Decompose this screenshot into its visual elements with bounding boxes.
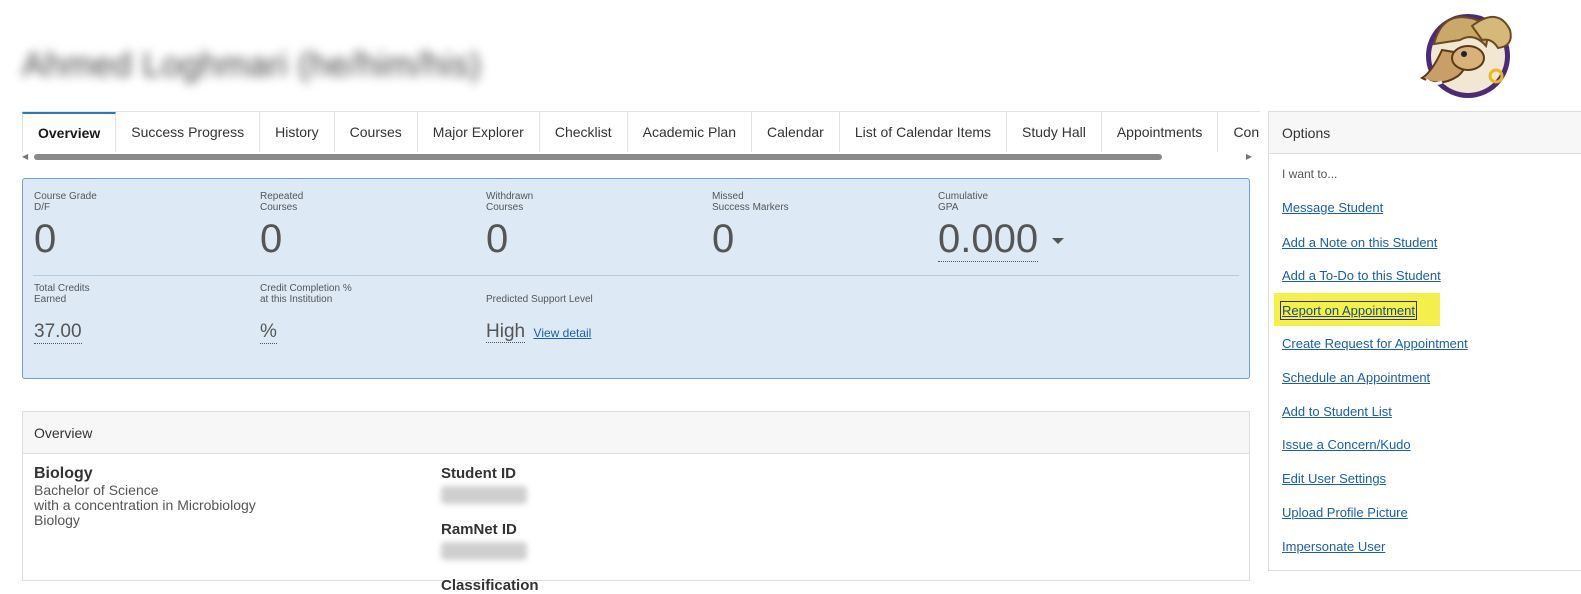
tab-study-hall[interactable]: Study Hall [1007, 112, 1102, 152]
scroll-left-arrow-icon[interactable]: ◀ [22, 152, 28, 161]
stat-value[interactable]: 0 [260, 217, 303, 261]
options-panel: Options I want to... Message Student Add… [1268, 111, 1581, 571]
upload-profile-picture-link[interactable]: Upload Profile Picture [1282, 505, 1408, 520]
tab-overview[interactable]: Overview [22, 112, 117, 152]
view-detail-link[interactable]: View detail [534, 326, 592, 340]
tab-calendar[interactable]: Calendar [752, 112, 840, 152]
tab-appointments[interactable]: Appointments [1101, 112, 1219, 152]
options-intro: I want to... [1282, 167, 1338, 181]
stat-label: Earned [34, 294, 67, 305]
options-header: Options [1269, 112, 1581, 154]
stat-predicted-support-level: Predicted Support Level High View detail [486, 294, 593, 343]
add-to-student-list-link[interactable]: Add to Student List [1282, 404, 1392, 419]
stat-label: Predicted Support Level [486, 294, 593, 305]
tab-list-of-calendar-items[interactable]: List of Calendar Items [839, 112, 1008, 152]
tab-con-truncated[interactable]: Con [1218, 112, 1260, 152]
stat-value[interactable]: 37.00 [34, 321, 82, 344]
create-request-appointment-link[interactable]: Create Request for Appointment [1282, 336, 1468, 351]
classification-label: Classification [441, 577, 539, 594]
major-line: Biology [34, 512, 80, 528]
impersonate-user-link[interactable]: Impersonate User [1282, 539, 1385, 554]
stat-label: at this Institution [260, 294, 333, 305]
degree-line: Bachelor of Science [34, 482, 159, 498]
overview-header: Overview [23, 412, 1249, 454]
edit-user-settings-link[interactable]: Edit User Settings [1282, 471, 1386, 486]
tab-bar: Overview Success Progress History Course… [22, 111, 1260, 163]
stat-label: Courses [486, 202, 524, 213]
tab-courses[interactable]: Courses [334, 112, 418, 152]
stats-divider [33, 275, 1239, 276]
schedule-appointment-link[interactable]: Schedule an Appointment [1282, 370, 1430, 385]
stat-label: Courses [260, 202, 298, 213]
report-on-appointment-link[interactable]: Report on Appointment [1280, 301, 1417, 320]
stat-credit-completion: Credit Completion % at this Institution … [260, 283, 352, 344]
add-note-link[interactable]: Add a Note on this Student [1282, 235, 1437, 250]
stat-value[interactable]: 0 [34, 217, 97, 261]
issue-concern-kudo-link[interactable]: Issue a Concern/Kudo [1282, 437, 1411, 452]
stat-label: Repeated [260, 191, 304, 202]
stat-label: D/F [34, 202, 51, 213]
student-id-value-redacted [441, 486, 527, 504]
tab-checklist[interactable]: Checklist [539, 112, 628, 152]
add-todo-link[interactable]: Add a To-Do to this Student [1282, 268, 1441, 283]
stat-total-credits-earned: Total Credits Earned 37.00 [34, 283, 90, 344]
tab-list: Overview Success Progress History Course… [22, 111, 1260, 152]
stat-label: Withdrawn [486, 191, 534, 202]
tab-success-progress[interactable]: Success Progress [116, 112, 261, 152]
stat-label: Missed [712, 191, 744, 202]
student-id-label: Student ID [441, 465, 516, 482]
stat-label: Course Grade [34, 191, 97, 202]
gpa-value[interactable]: 0.000 [938, 217, 1039, 262]
ramnet-id-label: RamNet ID [441, 521, 517, 538]
stat-label: Success Markers [712, 202, 789, 213]
student-stats-panel: Course Grade D/F 0 Repeated Courses 0 Wi… [22, 178, 1250, 379]
stat-label: Credit Completion % [260, 283, 352, 294]
stat-cumulative-gpa: Cumulative GPA 0.000 [938, 191, 1065, 262]
stat-label: GPA [938, 202, 959, 213]
stat-value[interactable]: % [260, 321, 277, 344]
stat-label: Total Credits [34, 283, 90, 294]
tab-scrollbar[interactable]: ◀ ▶ [22, 152, 1252, 162]
stat-withdrawn-courses: Withdrawn Courses 0 [486, 191, 533, 261]
stat-repeated-courses: Repeated Courses 0 [260, 191, 303, 261]
stat-course-grade-df: Course Grade D/F 0 [34, 191, 97, 261]
stat-value[interactable]: 0 [486, 217, 533, 261]
tab-major-explorer[interactable]: Major Explorer [417, 112, 540, 152]
student-name: Ahmed Loghmari (he/him/his) [22, 46, 482, 84]
ramnet-id-value-redacted [441, 542, 527, 560]
major-title: Biology [34, 465, 93, 482]
scrollbar-thumb[interactable] [34, 154, 1162, 160]
stat-value[interactable]: 0 [712, 217, 789, 261]
tab-history[interactable]: History [260, 112, 335, 152]
scroll-right-arrow-icon[interactable]: ▶ [1246, 152, 1252, 161]
overview-panel: Overview Biology Bachelor of Science wit… [22, 411, 1250, 594]
support-level-value[interactable]: High [486, 321, 526, 343]
stat-label: Cumulative [938, 191, 989, 202]
stat-missed-success-markers: Missed Success Markers 0 [712, 191, 789, 261]
message-student-link[interactable]: Message Student [1282, 200, 1383, 215]
concentration-line: with a concentration in Microbiology [34, 497, 256, 513]
tab-academic-plan[interactable]: Academic Plan [627, 112, 753, 152]
ram-mascot-logo [1420, 14, 1512, 98]
gpa-dropdown-caret-icon[interactable] [1052, 238, 1065, 245]
major-info: Biology Bachelor of Science with a conce… [34, 465, 256, 528]
